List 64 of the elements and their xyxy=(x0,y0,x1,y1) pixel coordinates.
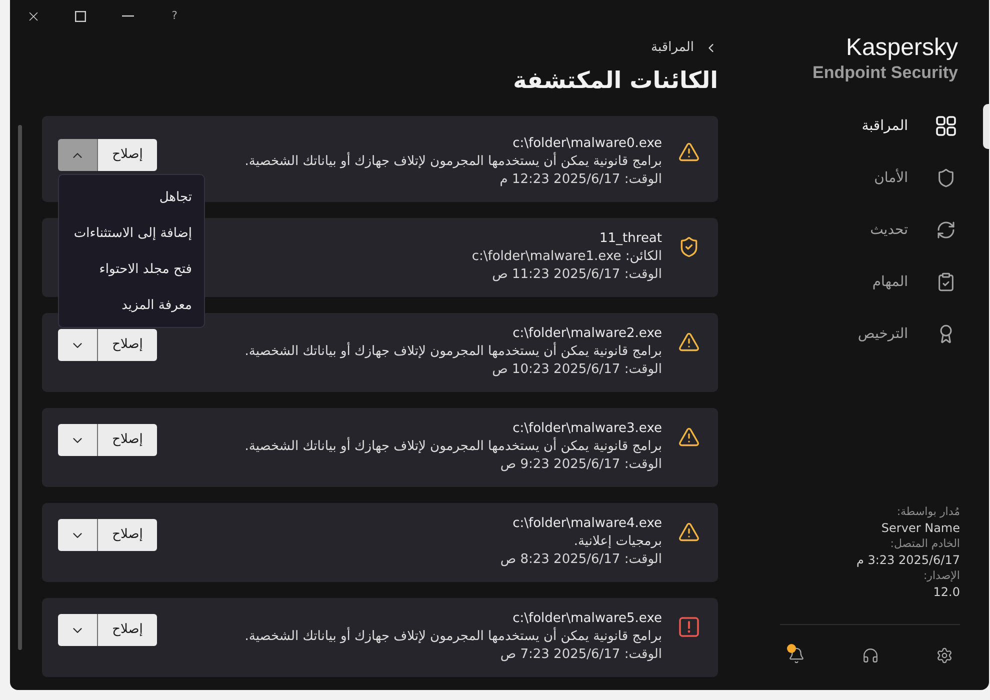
info-value: 12.0 xyxy=(933,584,960,600)
dropdown-toggle[interactable] xyxy=(58,614,98,646)
shield-icon xyxy=(936,168,956,188)
nav-item[interactable]: الترخيص xyxy=(858,324,956,344)
page-title: الكائنات المكتشفة xyxy=(513,67,718,96)
product-name: Endpoint Security xyxy=(812,62,958,84)
menu-item[interactable]: إضافة إلى الاستثناءات xyxy=(59,216,204,252)
shield-check-icon xyxy=(678,236,700,258)
fix-button[interactable]: إصلاح xyxy=(98,139,157,171)
detection-description: برامج قانونية يمكن أن يستخدمها المجرمون لإتلاف جهازك أو بياناتك الشخصية. xyxy=(244,438,662,456)
warning-icon xyxy=(678,331,700,353)
detection-description: برامج قانونية يمكن أن يستخدمها المجرمون لإتلاف جهازك أو بياناتك الشخصية. xyxy=(244,343,662,361)
minimize-icon xyxy=(122,15,134,17)
menu-item[interactable]: فتح مجلد الاحتواء xyxy=(59,252,204,288)
clipboard-check-icon xyxy=(936,272,956,292)
headset-icon xyxy=(862,646,878,664)
detection-description: برمجيات إعلانية. xyxy=(574,533,662,551)
fix-button[interactable]: إصلاح xyxy=(98,519,157,551)
menu-item[interactable]: تجاهل xyxy=(59,180,204,216)
detection-time: الوقت: 2025/6/17 7:23 ص xyxy=(500,646,662,664)
info-value: 2025/6/17 3:23 م xyxy=(856,552,960,568)
brand-name: Kaspersky xyxy=(846,34,958,62)
detection-time: الوقت: 2025/6/17 11:23 ص xyxy=(492,266,662,284)
nav-item[interactable]: تحديث xyxy=(870,220,956,240)
detection-time: الوقت: 2025/6/17 10:23 ص xyxy=(492,361,662,379)
detection-name: c:\folder\malware3.exe xyxy=(512,420,662,437)
info-label: الإصدار: xyxy=(923,568,960,584)
maximize-icon xyxy=(75,10,86,22)
dropdown-toggle[interactable] xyxy=(58,519,98,551)
fix-button[interactable]: إصلاح xyxy=(98,329,157,361)
info-label: الخادم المتصل: xyxy=(890,536,960,552)
nav-item[interactable]: الأمان xyxy=(874,168,956,188)
fix-button[interactable]: إصلاح xyxy=(98,614,157,646)
dropdown-toggle[interactable] xyxy=(58,424,98,456)
info-label: مُدار بواسطة: xyxy=(896,504,960,520)
fix-button[interactable]: إصلاح xyxy=(98,424,157,456)
alert-square-icon xyxy=(679,617,699,637)
settings-icon xyxy=(936,646,952,664)
detection-description: برامج قانونية يمكن أن يستخدمها المجرمون لإتلاف جهازك أو بياناتك الشخصية. xyxy=(244,628,662,646)
detection-name: c:\folder\malware2.exe xyxy=(512,325,662,342)
refresh-icon xyxy=(936,220,956,240)
detection-name: c:\folder\malware5.exe xyxy=(512,610,662,627)
bell-icon xyxy=(788,646,804,664)
detection-time: الوقت: 2025/6/17 9:23 ص xyxy=(500,456,662,474)
detection-description: برامج قانونية يمكن أن يستخدمها المجرمون لإتلاف جهازك أو بياناتك الشخصية. xyxy=(244,153,662,171)
detection-description: الكائن: c:\folder\malware1.exe xyxy=(472,248,662,266)
detection-name: c:\folder\malware4.exe xyxy=(512,515,662,533)
detection-time: الوقت: 2025/6/17 8:23 ص xyxy=(500,551,662,569)
nav-item[interactable]: المهام xyxy=(872,272,956,292)
grid-icon xyxy=(936,116,956,136)
detection-name: 11_threat xyxy=(600,230,662,248)
menu-item[interactable]: معرفة المزيد xyxy=(59,288,204,324)
dropdown-toggle[interactable] xyxy=(58,139,98,171)
dropdown-toggle[interactable] xyxy=(58,329,98,361)
info-value: Server Name xyxy=(881,520,960,536)
scrollbar[interactable] xyxy=(18,125,22,650)
breadcrumb-link[interactable]: المراقبة xyxy=(651,40,718,56)
detection-name: c:\folder\malware0.exe xyxy=(512,135,662,152)
warning-icon xyxy=(678,426,700,448)
warning-icon xyxy=(678,141,700,163)
warning-icon xyxy=(678,521,700,543)
nav-item[interactable]: المراقبة xyxy=(862,116,956,136)
detection-time: الوقت: 2025/6/17 12:23 م xyxy=(500,171,662,189)
help-button[interactable]: ? xyxy=(151,0,198,32)
